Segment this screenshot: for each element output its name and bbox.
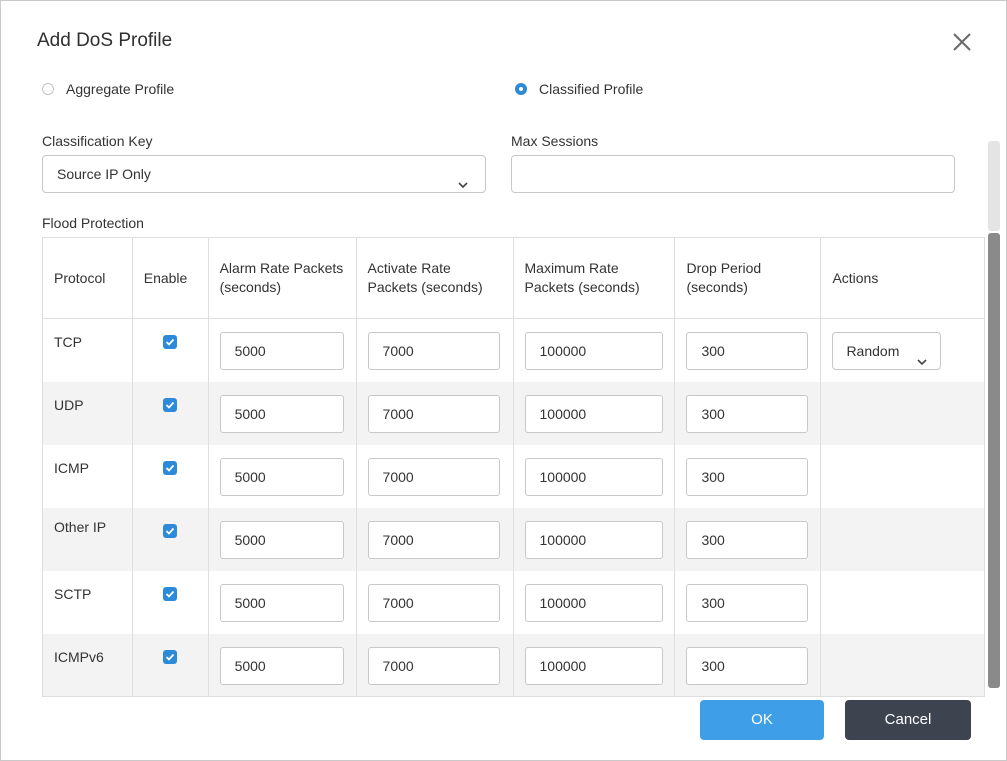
drop-period-input[interactable]: 300 bbox=[686, 394, 809, 433]
activate-rate-input[interactable]: 7000 bbox=[367, 646, 500, 685]
table-header-row: Protocol Enable Alarm Rate Packets (seco… bbox=[42, 237, 985, 319]
activate-rate-input[interactable]: 7000 bbox=[367, 394, 500, 433]
header-activate-rate: Activate Rate Packets (seconds) bbox=[355, 237, 514, 319]
enable-checkbox[interactable] bbox=[162, 460, 177, 475]
activate-rate-input[interactable]: 7000 bbox=[367, 520, 500, 559]
radio-classified-profile[interactable]: Classified Profile bbox=[515, 81, 643, 97]
protocol-cell: ICMP bbox=[42, 444, 133, 508]
header-enable: Enable bbox=[131, 237, 209, 319]
add-dos-profile-dialog: Add DoS Profile Aggregate Profile Classi… bbox=[0, 0, 1007, 761]
enable-checkbox[interactable] bbox=[162, 649, 177, 664]
maximum-rate-input[interactable]: 100000 bbox=[524, 520, 663, 559]
radio-classified-label: Classified Profile bbox=[539, 81, 644, 97]
flood-protection-table: Protocol Enable Alarm Rate Packets (seco… bbox=[42, 237, 985, 697]
actions-cell-empty bbox=[820, 570, 985, 634]
cancel-button[interactable]: Cancel bbox=[845, 700, 971, 740]
alarm-rate-input[interactable]: 5000 bbox=[219, 646, 344, 685]
flood-protection-label: Flood Protection bbox=[42, 215, 144, 231]
action-value: Random bbox=[846, 343, 900, 359]
alarm-rate-input[interactable]: 5000 bbox=[219, 394, 344, 433]
alarm-rate-input[interactable]: 5000 bbox=[219, 520, 344, 559]
alarm-rate-input[interactable]: 5000 bbox=[219, 332, 344, 370]
radio-aggregate-label: Aggregate Profile bbox=[66, 81, 175, 97]
ok-button[interactable]: OK bbox=[700, 700, 824, 740]
action-select[interactable]: Random bbox=[832, 332, 942, 370]
table-row: SCTP 5000 7000 100000 300 bbox=[42, 570, 985, 634]
header-actions: Actions bbox=[820, 237, 985, 319]
header-protocol: Protocol bbox=[42, 237, 133, 319]
drop-period-input[interactable]: 300 bbox=[686, 457, 809, 496]
table-row: TCP 5000 7000 100000 300 Random bbox=[42, 318, 985, 382]
chevron-down-icon bbox=[457, 168, 469, 204]
maximum-rate-input[interactable]: 100000 bbox=[524, 457, 663, 496]
close-icon[interactable] bbox=[945, 25, 979, 59]
table-row: ICMP 5000 7000 100000 300 bbox=[42, 444, 985, 508]
scrollbar-track bbox=[988, 141, 1000, 231]
enable-checkbox[interactable] bbox=[162, 586, 177, 601]
dialog-title: Add DoS Profile bbox=[37, 30, 173, 51]
header-alarm-rate: Alarm Rate Packets (seconds) bbox=[207, 237, 357, 319]
enable-checkbox[interactable] bbox=[162, 523, 177, 538]
header-maximum-rate: Maximum Rate Packets (seconds) bbox=[512, 237, 676, 319]
table-row: Other IP 5000 7000 100000 300 bbox=[42, 507, 985, 571]
max-sessions-input[interactable] bbox=[511, 155, 955, 193]
activate-rate-input[interactable]: 7000 bbox=[367, 583, 500, 622]
classification-key-select[interactable]: Source IP Only bbox=[42, 155, 486, 193]
radio-selected-icon bbox=[515, 83, 527, 95]
maximum-rate-input[interactable]: 100000 bbox=[524, 646, 663, 685]
alarm-rate-input[interactable]: 5000 bbox=[219, 457, 344, 496]
maximum-rate-input[interactable]: 100000 bbox=[524, 394, 663, 433]
classification-key-value: Source IP Only bbox=[57, 166, 151, 182]
drop-period-input[interactable]: 300 bbox=[686, 646, 809, 685]
protocol-cell: Other IP bbox=[42, 507, 133, 571]
drop-period-input[interactable]: 300 bbox=[686, 332, 809, 370]
max-sessions-label: Max Sessions bbox=[511, 133, 599, 149]
protocol-cell: UDP bbox=[42, 381, 133, 445]
header-drop-period: Drop Period (seconds) bbox=[674, 237, 822, 319]
radio-button-icon bbox=[42, 83, 54, 95]
chevron-down-icon bbox=[916, 345, 928, 381]
maximum-rate-input[interactable]: 100000 bbox=[524, 332, 663, 370]
actions-cell-empty bbox=[820, 381, 985, 445]
actions-cell-empty bbox=[820, 507, 985, 571]
alarm-rate-input[interactable]: 5000 bbox=[219, 583, 344, 622]
radio-aggregate-profile[interactable]: Aggregate Profile bbox=[42, 81, 174, 97]
table-row: ICMPv6 5000 7000 100000 300 bbox=[42, 633, 985, 697]
enable-checkbox[interactable] bbox=[162, 335, 177, 349]
drop-period-input[interactable]: 300 bbox=[686, 583, 809, 622]
actions-cell-empty bbox=[820, 444, 985, 508]
activate-rate-input[interactable]: 7000 bbox=[367, 457, 500, 496]
protocol-cell: TCP bbox=[42, 318, 133, 382]
enable-checkbox[interactable] bbox=[162, 397, 177, 412]
drop-period-input[interactable]: 300 bbox=[686, 520, 809, 559]
actions-cell-empty bbox=[820, 633, 985, 697]
activate-rate-input[interactable]: 7000 bbox=[367, 332, 500, 370]
protocol-cell: ICMPv6 bbox=[42, 633, 133, 697]
maximum-rate-input[interactable]: 100000 bbox=[524, 583, 663, 622]
scrollbar-thumb[interactable] bbox=[988, 233, 1000, 688]
classification-key-label: Classification Key bbox=[42, 133, 153, 149]
protocol-cell: SCTP bbox=[42, 570, 133, 634]
table-row: UDP 5000 7000 100000 300 bbox=[42, 381, 985, 445]
